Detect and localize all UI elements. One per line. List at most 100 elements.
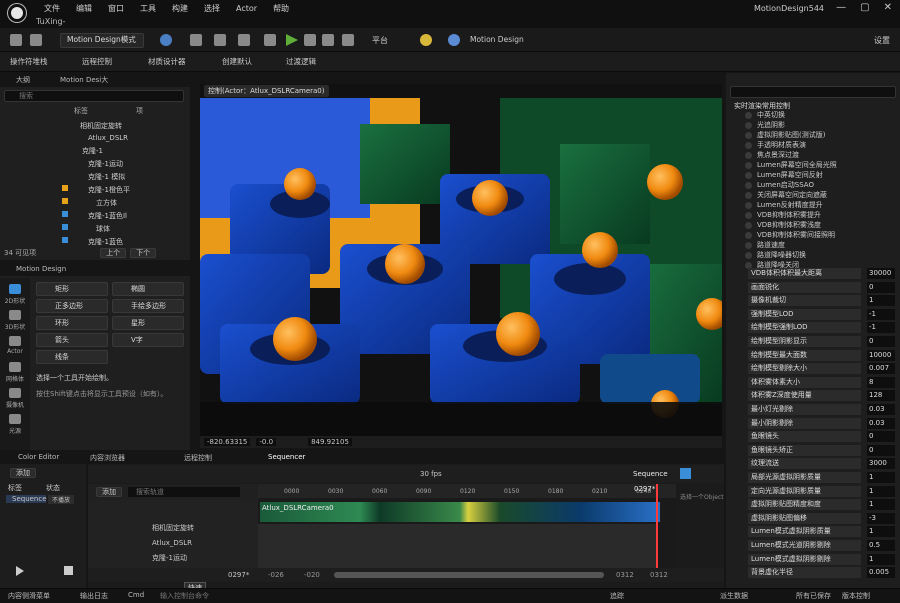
mode-selector[interactable]: Motion Design模式 — [60, 33, 144, 48]
toggle-item[interactable]: VDB抑制体积雾间接照明 — [745, 230, 835, 240]
step-icon[interactable] — [304, 34, 316, 46]
toggle-item[interactable]: 虚拟阴影贴图(测试版) — [745, 130, 825, 140]
derived-data-button[interactable]: 派生数据 — [720, 591, 748, 601]
range-start[interactable]: -026 — [268, 571, 284, 579]
property-value-input[interactable]: 0.03 — [867, 417, 895, 429]
frame-field[interactable]: 0297* — [228, 571, 249, 579]
content-icon[interactable] — [30, 34, 42, 46]
chevron-tool[interactable]: V字 — [112, 333, 184, 347]
add-track-button[interactable]: 添加 — [96, 487, 122, 497]
view-start[interactable]: -020 — [304, 571, 320, 579]
track-row[interactable]: Atlux_DSLR — [92, 538, 254, 549]
toggle-item[interactable]: Lumen屏幕空间全局光照 — [745, 160, 837, 170]
polygon-tool[interactable]: 正多边形 — [36, 299, 108, 313]
details-search-input[interactable] — [730, 86, 896, 98]
timeline-scrollbar[interactable] — [334, 572, 604, 578]
property-value-input[interactable]: -1 — [867, 322, 895, 334]
toggle-item[interactable]: Lumen屏幕空间反射 — [745, 170, 823, 180]
operator-stack-button[interactable]: 操作符堆栈 — [10, 56, 48, 67]
content-drawer-button[interactable]: 内容侧滑菜单 — [8, 591, 50, 601]
maximize-icon[interactable]: ▢ — [860, 2, 869, 13]
category-2d[interactable]: 2D形状 — [2, 284, 28, 305]
blueprint-icon[interactable] — [214, 34, 226, 46]
menu-edit[interactable]: 编辑 — [68, 3, 100, 14]
ellipse-tool[interactable]: 椭圆 — [112, 282, 184, 296]
sequence-name[interactable]: Sequence — [633, 470, 668, 478]
property-value-input[interactable]: 8 — [867, 376, 895, 388]
property-value-input[interactable]: 3000 — [867, 458, 895, 470]
toggle-item[interactable]: 中英切换 — [745, 110, 785, 120]
prev-button[interactable]: 上个 — [100, 248, 127, 258]
not-play-badge[interactable]: 不播放 — [48, 495, 75, 504]
toggle-item[interactable]: 焦点景深过渡 — [745, 150, 799, 160]
property-value-input[interactable]: 10000 — [867, 349, 895, 361]
property-value-input[interactable]: 1 — [867, 295, 895, 307]
remote-control-button[interactable]: 远程控制 — [82, 56, 112, 67]
tab-outliner[interactable]: 大纲 — [16, 73, 30, 87]
save-icon[interactable] — [10, 34, 22, 46]
track-row[interactable]: 相机固定旋转 — [92, 523, 254, 534]
all-saved-button[interactable]: 所有已保存 — [796, 591, 831, 601]
select-mode-icon[interactable] — [160, 34, 172, 46]
toggle-item[interactable]: 光追阴影 — [745, 120, 785, 130]
stop-icon[interactable] — [322, 34, 334, 46]
property-value-input[interactable]: 0.5 — [867, 540, 895, 551]
category-actor[interactable]: Actor — [2, 336, 28, 355]
project-tab[interactable]: TuXing- — [36, 17, 65, 26]
coord-z[interactable]: 849.92105 — [308, 438, 352, 446]
toggle-item[interactable]: VDB抑制体积雾提升 — [745, 210, 821, 220]
create-default-button[interactable]: 创建默认 — [222, 56, 252, 67]
menu-tools[interactable]: 工具 — [132, 3, 164, 14]
close-icon[interactable]: ✕ — [884, 2, 892, 13]
menu-help[interactable]: 帮助 — [265, 3, 297, 14]
property-value-input[interactable]: 1 — [867, 526, 895, 538]
play-icon[interactable] — [16, 566, 24, 576]
line-tool[interactable]: 线条 — [36, 350, 108, 364]
play-icon[interactable] — [286, 34, 298, 46]
category-camera[interactable]: 摄像机 — [2, 388, 28, 409]
tab-content-browser[interactable]: 内容浏览器 — [90, 453, 125, 463]
property-value-input[interactable]: 1 — [867, 553, 895, 565]
property-value-input[interactable]: 0 — [867, 336, 895, 347]
coord-x[interactable]: -820.63315 — [204, 438, 251, 446]
property-value-input[interactable]: 0 — [867, 431, 895, 443]
viewport[interactable] — [200, 84, 722, 436]
property-value-input[interactable]: 0.007 — [867, 363, 895, 375]
menu-file[interactable]: 文件 — [36, 3, 68, 14]
toggle-item[interactable]: 路道速度 — [745, 240, 785, 250]
toggle-item[interactable]: 路道降噪器切换 — [745, 250, 806, 260]
cinematics-icon[interactable] — [238, 34, 250, 46]
property-value-input[interactable]: 0.005 — [867, 567, 895, 579]
cmd-button[interactable]: Cmd — [128, 591, 144, 599]
source-control-button[interactable]: 版本控制 — [842, 591, 870, 601]
settings-button[interactable]: 设置 — [874, 35, 890, 46]
property-value-input[interactable]: 0 — [867, 444, 895, 456]
tab-motion-outliner[interactable]: Motion Desi大 — [60, 73, 108, 87]
motion-design-button[interactable]: Motion Design — [470, 35, 524, 44]
category-light[interactable]: 光源 — [2, 414, 28, 435]
tab-color-editor[interactable]: Color Editor — [18, 453, 59, 461]
track-lanes[interactable] — [258, 524, 658, 568]
options-icon[interactable] — [342, 34, 354, 46]
stop-icon[interactable] — [64, 566, 73, 575]
menu-select[interactable]: 选择 — [196, 3, 228, 14]
globe-icon[interactable] — [448, 34, 460, 46]
toggle-item[interactable]: 手透明材质表演 — [745, 140, 806, 150]
arrow-tool[interactable]: 箭头 — [36, 333, 108, 347]
property-value-input[interactable]: -1 — [867, 308, 895, 320]
track-row[interactable]: 克隆-1运动 — [92, 553, 254, 564]
sequence-color-swatch[interactable] — [680, 468, 691, 479]
toggle-item[interactable]: Lumen启动SSAO — [745, 180, 814, 190]
rectangle-tool[interactable]: 矩形 — [36, 282, 108, 296]
property-value-input[interactable]: -3 — [867, 512, 895, 524]
sequence-item[interactable]: Sequence — [6, 495, 47, 503]
viewport-pilot-label[interactable]: 控制(Actor：Atlux_DSLRCamera0) — [204, 85, 329, 97]
category-mesh[interactable]: 网格体 — [2, 362, 28, 383]
property-value-input[interactable]: 1 — [867, 485, 895, 497]
property-value-input[interactable]: 0.03 — [867, 404, 895, 415]
add-icon[interactable] — [190, 34, 202, 46]
next-button[interactable]: 下个 — [130, 248, 157, 258]
property-value-input[interactable]: 30000 — [867, 268, 895, 279]
material-designer-button[interactable]: 材质设计器 — [148, 56, 186, 67]
property-value-input[interactable]: 0 — [867, 281, 895, 293]
